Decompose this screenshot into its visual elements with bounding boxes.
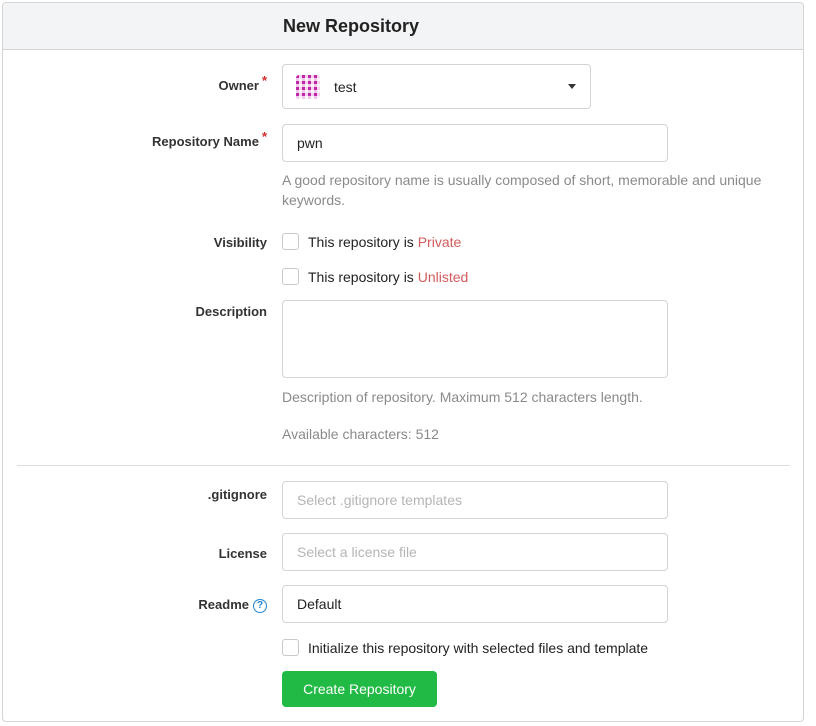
license-label: License xyxy=(218,546,267,561)
repo-name-input[interactable]: pwn xyxy=(282,124,668,162)
description-textarea[interactable] xyxy=(282,300,668,378)
repo-name-label: Repository Name * xyxy=(152,129,267,149)
required-mark: * xyxy=(261,73,267,88)
owner-value: test xyxy=(334,78,357,95)
init-checkbox[interactable] xyxy=(282,639,299,656)
avatar xyxy=(296,74,320,99)
gitignore-label: .gitignore xyxy=(207,487,267,502)
description-label: Description xyxy=(195,304,267,319)
available-characters: Available characters: 512 xyxy=(282,426,439,442)
page-title: New Repository xyxy=(283,16,420,36)
question-circle-icon[interactable]: ? xyxy=(253,599,267,613)
visibility-label: Visibility xyxy=(213,235,267,250)
gitignore-select[interactable]: Select .gitignore templates xyxy=(282,481,668,519)
init-text: Initialize this repository with selected… xyxy=(308,639,649,656)
owner-label: Owner * xyxy=(218,73,267,93)
owner-dropdown[interactable]: test xyxy=(282,64,591,109)
required-mark: * xyxy=(261,129,267,144)
new-repository-form: New Repository Owner * test Repository Na… xyxy=(2,2,804,722)
private-text: This repository is Private xyxy=(308,233,462,250)
description-help: Description of repository. Maximum 512 c… xyxy=(282,389,643,405)
init-checkbox-row[interactable]: Initialize this repository with selected… xyxy=(282,639,648,656)
readme-select[interactable]: Default xyxy=(282,585,668,623)
chevron-down-icon xyxy=(568,84,576,89)
license-select[interactable]: Select a license file xyxy=(282,533,668,571)
readme-label: Readme? xyxy=(198,597,267,613)
unlisted-checkbox[interactable] xyxy=(282,268,299,285)
repo-name-help: A good repository name is usually compos… xyxy=(282,172,762,208)
unlisted-text: This repository is Unlisted xyxy=(308,268,469,285)
private-checkbox-row[interactable]: This repository is Private xyxy=(282,233,461,250)
unlisted-checkbox-row[interactable]: This repository is Unlisted xyxy=(282,268,468,285)
form-header: New Repository xyxy=(3,3,803,50)
private-checkbox[interactable] xyxy=(282,233,299,250)
divider xyxy=(17,465,790,466)
create-repository-button[interactable]: Create Repository xyxy=(282,671,437,707)
